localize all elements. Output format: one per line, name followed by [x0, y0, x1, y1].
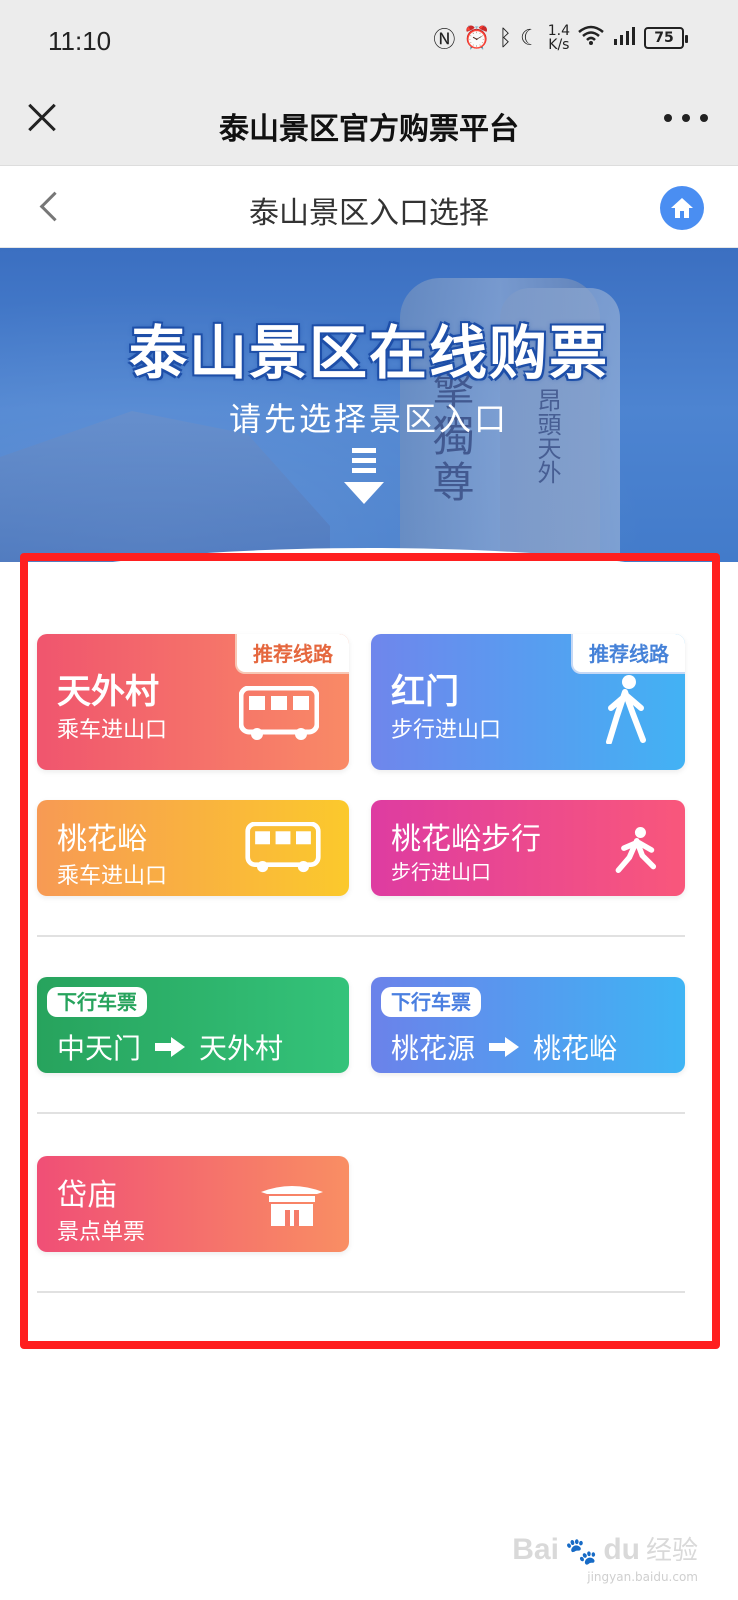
signal-icon — [612, 25, 636, 51]
app-bar: 泰山景区官方购票平台 — [0, 80, 738, 166]
baidu-watermark: Bai 🐾 du 经验 jingyan.baidu.com — [512, 1530, 698, 1584]
status-bar: 11:10 Ⓝ ⏰ ᛒ ☾ 1.4 K/s 75 — [0, 0, 738, 80]
banner-title: 泰山景区在线购票 — [128, 319, 609, 387]
status-icons: Ⓝ ⏰ ᛒ ☾ 1.4 K/s 75 — [433, 22, 688, 54]
watermark-cn: 经验 — [645, 1536, 698, 1566]
watermark-url: jingyan.baidu.com — [587, 1570, 698, 1584]
dot-icon — [700, 114, 708, 122]
watermark-main: Bai — [512, 1533, 559, 1566]
page-title: 泰山景区入口选择 — [249, 196, 489, 231]
bluetooth-icon: ᛒ — [498, 25, 512, 51]
home-button[interactable] — [660, 186, 704, 230]
home-icon — [671, 198, 693, 218]
highlight-box — [20, 553, 720, 1349]
sub-navigation: 泰山景区入口选择 — [0, 166, 738, 248]
dot-icon — [682, 114, 690, 122]
dot-icon — [664, 114, 672, 122]
alarm-icon: ⏰ — [463, 25, 491, 51]
wifi-icon — [578, 25, 604, 51]
more-options-button[interactable] — [664, 110, 708, 126]
nfc-icon: Ⓝ — [433, 28, 456, 53]
app-title: 泰山景区官方购票平台 — [219, 112, 519, 147]
moon-icon: ☾ — [520, 25, 540, 51]
network-speed: 1.4 K/s — [547, 23, 570, 53]
paw-icon: 🐾 — [564, 1537, 598, 1567]
banner-subtitle: 请先选择景区入口 — [228, 400, 509, 438]
watermark-main2: du — [603, 1533, 640, 1566]
battery-icon: 75 — [644, 27, 688, 49]
status-time: 11:10 — [48, 26, 112, 56]
down-arrow-icon — [344, 448, 384, 508]
